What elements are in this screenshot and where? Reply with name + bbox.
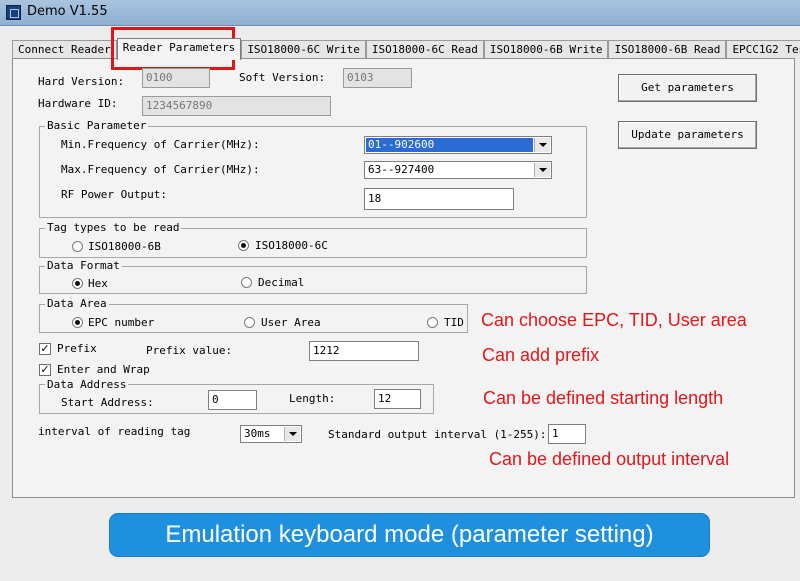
max-frequency-label: Max.Frequency of Carrier(MHz): <box>61 163 260 176</box>
reading-interval-value: 30ms <box>244 427 271 440</box>
window-title: Demo V1.55 <box>27 4 108 19</box>
get-parameters-button[interactable]: Get parameters <box>618 74 757 102</box>
annotation-prefix: Can add prefix <box>482 345 600 365</box>
prefix-checkbox[interactable]: ✓ <box>39 343 51 355</box>
radio-hex[interactable] <box>72 278 83 289</box>
max-frequency-value: 63--927400 <box>368 163 435 176</box>
hard-version-field: 0100 <box>142 68 210 88</box>
tab-strip: Connect Reader Reader Parameters ISO1800… <box>12 38 800 60</box>
reading-interval-select[interactable]: 30ms <box>240 425 302 443</box>
chevron-down-icon[interactable] <box>534 138 550 152</box>
output-interval-label: Standard output interval (1-255): <box>328 428 547 441</box>
tab-iso18000-6c-read[interactable]: ISO18000-6C Read <box>365 40 484 59</box>
update-parameters-button[interactable]: Update parameters <box>618 121 757 149</box>
basic-parameter-title: Basic Parameter <box>45 119 149 132</box>
radio-iso18000-6b[interactable] <box>72 241 83 252</box>
max-frequency-select[interactable]: 63--927400 <box>364 161 552 179</box>
app-icon <box>6 5 21 20</box>
radio-iso18000-6c[interactable] <box>238 240 249 251</box>
radio-decimal[interactable] <box>241 277 252 288</box>
length-input[interactable]: 12 <box>374 389 421 409</box>
min-frequency-select[interactable]: 01--902600 <box>364 136 552 154</box>
prefix-value-label: Prefix value: <box>146 344 233 357</box>
epc-number-label: EPC number <box>88 316 155 329</box>
user-area-label: User Area <box>261 316 321 329</box>
data-address-title: Data Address <box>45 378 129 391</box>
tab-connect-reader[interactable]: Connect Reader <box>12 40 117 59</box>
tid-label: TID <box>444 316 464 329</box>
title-bar: Demo V1.55 <box>0 0 800 26</box>
start-address-label: Start Address: <box>61 396 154 409</box>
radio-tid[interactable] <box>427 317 438 328</box>
tag-types-title: Tag types to be read <box>45 221 182 234</box>
hex-label: Hex <box>88 277 108 290</box>
soft-version-field: 0103 <box>343 68 412 88</box>
reading-interval-label: interval of reading tag <box>38 425 191 438</box>
radio-epc-number[interactable] <box>72 317 83 328</box>
tab-iso18000-6c-write[interactable]: ISO18000-6C Write <box>241 40 366 59</box>
length-label: Length: <box>289 392 336 405</box>
enter-wrap-checkbox[interactable]: ✓ <box>39 364 51 376</box>
iso18000-6b-label: ISO18000-6B <box>88 240 161 253</box>
data-area-title: Data Area <box>45 297 109 310</box>
annotation-start-length: Can be defined starting length <box>483 388 724 408</box>
rf-power-input[interactable]: 18 <box>364 188 514 210</box>
start-address-input[interactable]: 0 <box>208 390 257 410</box>
tab-reader-parameters[interactable]: Reader Parameters <box>116 38 242 60</box>
chevron-down-icon[interactable] <box>284 427 300 441</box>
tab-iso18000-6b-read[interactable]: ISO18000-6B Read <box>608 40 727 59</box>
banner-caption: Emulation keyboard mode (parameter setti… <box>109 513 710 557</box>
prefix-value-input[interactable]: 1212 <box>309 341 419 361</box>
hardware-id-field: 1234567890 <box>142 96 331 116</box>
min-frequency-label: Min.Frequency of Carrier(MHz): <box>61 138 260 151</box>
radio-user-area[interactable] <box>244 317 255 328</box>
tab-iso18000-6b-write[interactable]: ISO18000-6B Write <box>483 40 609 59</box>
iso18000-6c-label: ISO18000-6C <box>255 239 328 252</box>
hardware-id-label: Hardware ID: <box>38 97 118 110</box>
annotation-output-interval: Can be defined output interval <box>489 449 730 469</box>
soft-version-label: Soft Version: <box>239 71 326 84</box>
rf-power-label: RF Power Output: <box>61 188 167 201</box>
tab-epcc1g2-test[interactable]: EPCC1G2 Test <box>726 40 800 59</box>
data-format-title: Data Format <box>45 259 122 272</box>
min-frequency-value: 01--902600 <box>366 138 533 152</box>
prefix-label: Prefix <box>57 342 97 355</box>
hard-version-label: Hard Version: <box>38 75 125 88</box>
annotation-data-area: Can choose EPC, TID, User area <box>481 310 747 330</box>
output-interval-input[interactable]: 1 <box>548 424 586 444</box>
decimal-label: Decimal <box>258 276 305 289</box>
chevron-down-icon[interactable] <box>534 163 550 177</box>
enter-wrap-label: Enter and Wrap <box>57 363 150 376</box>
